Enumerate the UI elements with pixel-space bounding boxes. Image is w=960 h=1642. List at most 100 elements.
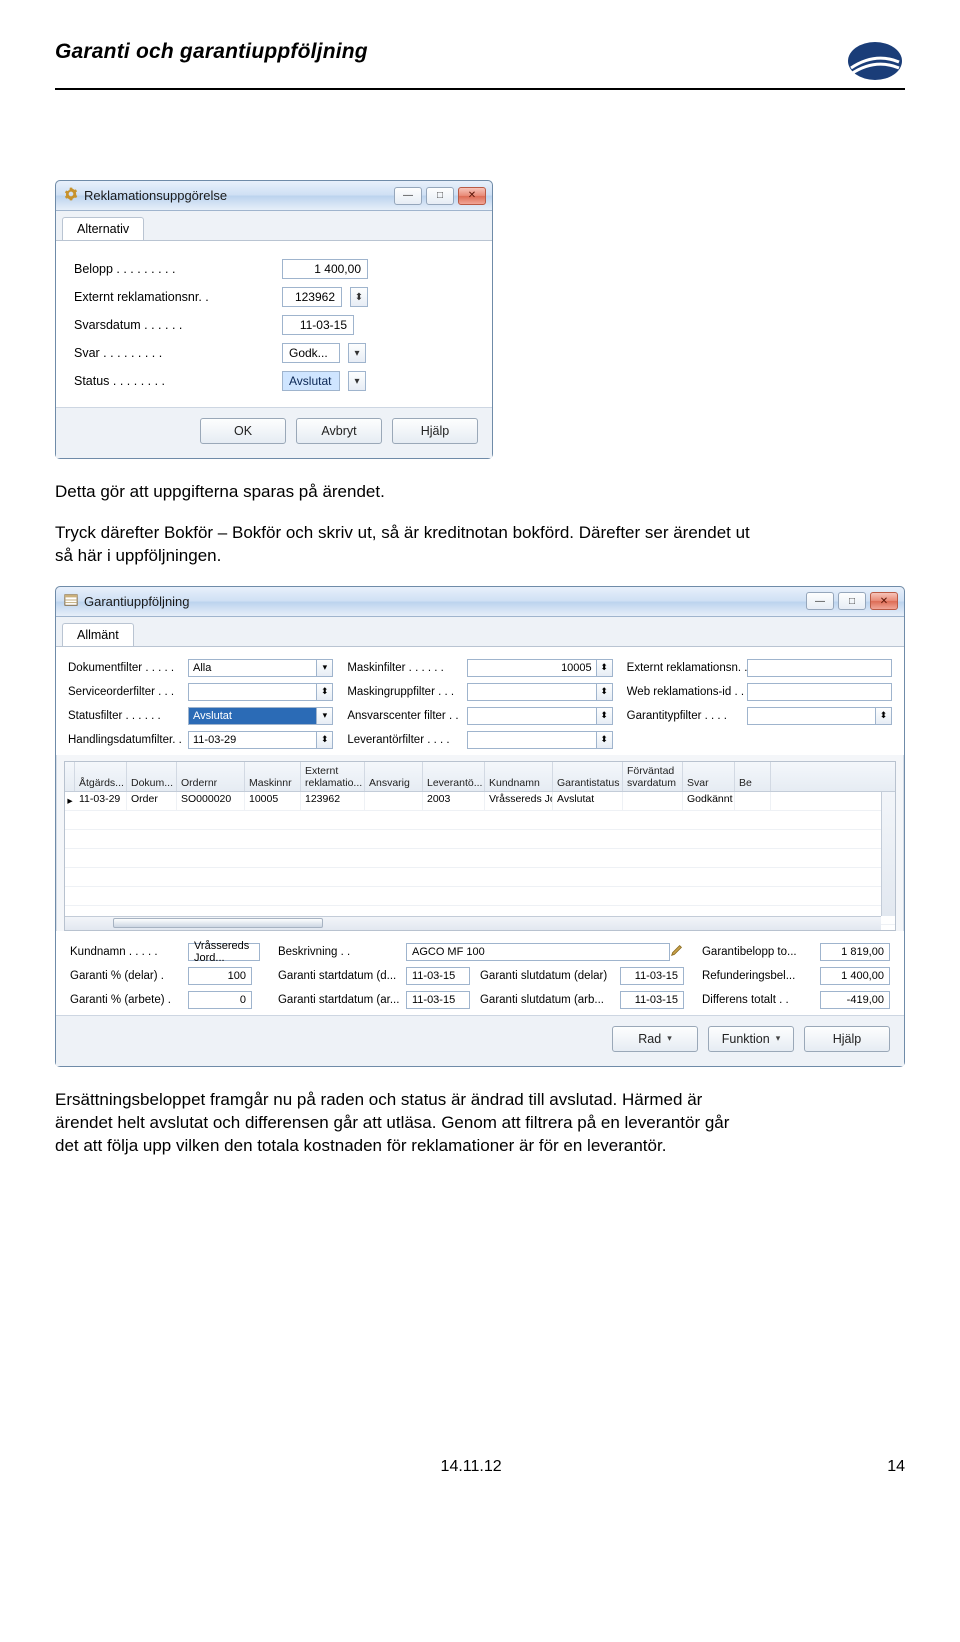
filter-field[interactable] bbox=[188, 683, 317, 701]
detail-field[interactable]: -419,00 bbox=[820, 991, 890, 1009]
minimize-button[interactable]: — bbox=[394, 187, 422, 205]
grid-cell[interactable]: 10005 bbox=[245, 792, 301, 810]
grid-cell[interactable]: SO000020 bbox=[177, 792, 245, 810]
detail-field[interactable]: 11-03-15 bbox=[406, 991, 470, 1009]
minimize-button[interactable]: — bbox=[806, 592, 834, 610]
horizontal-scrollbar[interactable] bbox=[65, 916, 881, 930]
filter-field[interactable]: 11-03-29 bbox=[188, 731, 317, 749]
paragraph: Tryck därefter Bokför – Bokför och skriv… bbox=[55, 522, 755, 568]
column-header[interactable]: Kundnamn bbox=[485, 762, 553, 791]
filter-field[interactable] bbox=[467, 707, 596, 725]
label-svar: Svar . . . . . . . . . bbox=[74, 346, 274, 360]
grid-cell[interactable]: Godkännt bbox=[683, 792, 735, 810]
chevron-down-icon[interactable]: ▾ bbox=[348, 371, 366, 391]
filter-label: Web reklamations-id . . bbox=[627, 686, 747, 698]
filter-field[interactable] bbox=[747, 659, 892, 677]
filter-field[interactable] bbox=[747, 707, 876, 725]
column-header[interactable]: Åtgärds... bbox=[75, 762, 127, 791]
column-header[interactable]: Be bbox=[735, 762, 771, 791]
stepper-icon[interactable]: ⬍ bbox=[317, 683, 333, 701]
maximize-button[interactable]: □ bbox=[426, 187, 454, 205]
field-status[interactable]: Avslutat bbox=[282, 371, 340, 391]
tab-allmant[interactable]: Allmänt bbox=[62, 623, 134, 646]
filter-label: Leverantörfilter . . . . bbox=[347, 734, 467, 746]
grid-cell[interactable] bbox=[735, 792, 771, 810]
help-button[interactable]: Hjälp bbox=[392, 418, 478, 444]
column-header[interactable]: Ansvarig bbox=[365, 762, 423, 791]
detail-label: Kundnamn . . . . . bbox=[70, 946, 188, 958]
stepper-icon[interactable]: ⬍ bbox=[350, 287, 368, 307]
chevron-down-icon[interactable]: ▾ bbox=[317, 659, 333, 677]
detail-field[interactable]: AGCO MF 100 bbox=[406, 943, 670, 961]
column-header[interactable]: Garantistatus bbox=[553, 762, 623, 791]
column-header[interactable]: Ordernr bbox=[177, 762, 245, 791]
label-status: Status . . . . . . . . bbox=[74, 374, 274, 388]
filter-field[interactable]: Alla bbox=[188, 659, 317, 677]
stepper-icon[interactable]: ⬍ bbox=[876, 707, 892, 725]
filter-field[interactable]: 10005 bbox=[467, 659, 596, 677]
grid-cell[interactable]: 123962 bbox=[301, 792, 365, 810]
column-header[interactable]: Dokum... bbox=[127, 762, 177, 791]
stepper-icon[interactable]: ⬍ bbox=[597, 659, 613, 677]
grid-cell[interactable]: 11-03-29 bbox=[75, 792, 127, 810]
field-extnr[interactable]: 123962 bbox=[282, 287, 342, 307]
close-button[interactable]: ✕ bbox=[458, 187, 486, 205]
detail-field[interactable]: 1 400,00 bbox=[820, 967, 890, 985]
filter-field[interactable]: Avslutat bbox=[188, 707, 317, 725]
data-grid[interactable]: Åtgärds...Dokum...OrdernrMaskinnrExternt… bbox=[64, 761, 896, 931]
stepper-icon[interactable]: ⬍ bbox=[317, 731, 333, 749]
titlebar: Reklamationsuppgörelse — □ ✕ bbox=[56, 181, 492, 211]
column-header[interactable]: Leverantö... bbox=[423, 762, 485, 791]
cancel-button[interactable]: Avbryt bbox=[296, 418, 382, 444]
detail-label: Garanti slutdatum (arb... bbox=[480, 994, 620, 1006]
footer-pageno: 14 bbox=[887, 1458, 905, 1476]
grid-cell[interactable]: 2003 bbox=[423, 792, 485, 810]
detail-label: Garanti startdatum (ar... bbox=[278, 994, 406, 1006]
help-button[interactable]: Hjälp bbox=[804, 1026, 890, 1052]
funktion-button[interactable]: Funktion bbox=[708, 1026, 794, 1052]
chevron-down-icon[interactable]: ▾ bbox=[317, 707, 333, 725]
detail-field[interactable]: 1 819,00 bbox=[820, 943, 890, 961]
tab-alternativ[interactable]: Alternativ bbox=[62, 217, 144, 240]
detail-field[interactable]: 0 bbox=[188, 991, 252, 1009]
grid-cell[interactable] bbox=[623, 792, 683, 810]
close-button[interactable]: ✕ bbox=[870, 592, 898, 610]
stepper-icon[interactable]: ⬍ bbox=[597, 731, 613, 749]
paragraph: Ersättningsbeloppet framgår nu på raden … bbox=[55, 1089, 755, 1158]
filter-label: Garantitypfilter . . . . bbox=[627, 710, 747, 722]
field-svardatum[interactable]: 11-03-15 bbox=[282, 315, 354, 335]
pencil-icon[interactable] bbox=[670, 943, 684, 960]
grid-cell[interactable] bbox=[365, 792, 423, 810]
filter-label: Ansvarscenter filter . . bbox=[347, 710, 467, 722]
grid-cell[interactable]: Vråssereds Jordbru... bbox=[485, 792, 553, 810]
grid-cell[interactable]: Avslutat bbox=[553, 792, 623, 810]
vertical-scrollbar[interactable] bbox=[881, 792, 895, 916]
column-header[interactable]: Maskinnr bbox=[245, 762, 301, 791]
detail-field[interactable]: 11-03-15 bbox=[406, 967, 470, 985]
filter-label: Serviceorderfilter . . . bbox=[68, 686, 188, 698]
stepper-icon[interactable]: ⬍ bbox=[597, 683, 613, 701]
gear-icon bbox=[64, 187, 78, 204]
chevron-down-icon[interactable]: ▾ bbox=[348, 343, 366, 363]
column-header[interactable]: Externt reklamatio... bbox=[301, 762, 365, 791]
detail-field[interactable]: 11-03-15 bbox=[620, 991, 684, 1009]
detail-field[interactable]: 11-03-15 bbox=[620, 967, 684, 985]
filter-label: Handlingsdatumfilter. . bbox=[68, 734, 188, 746]
ok-button[interactable]: OK bbox=[200, 418, 286, 444]
footer-date: 14.11.12 bbox=[441, 1458, 502, 1476]
field-belopp[interactable]: 1 400,00 bbox=[282, 259, 368, 279]
filter-field[interactable] bbox=[467, 683, 596, 701]
column-header[interactable]: Svar bbox=[683, 762, 735, 791]
detail-label: Garanti % (arbete) . bbox=[70, 994, 188, 1006]
field-svar[interactable]: Godk... bbox=[282, 343, 340, 363]
column-header[interactable]: Förväntad svardatum bbox=[623, 762, 683, 791]
detail-field[interactable]: 100 bbox=[188, 967, 252, 985]
filter-field[interactable] bbox=[467, 731, 596, 749]
detail-label: Garanti slutdatum (delar) bbox=[480, 970, 620, 982]
maximize-button[interactable]: □ bbox=[838, 592, 866, 610]
grid-cell[interactable]: Order bbox=[127, 792, 177, 810]
filter-field[interactable] bbox=[747, 683, 892, 701]
detail-field[interactable]: Vråssereds Jord... bbox=[188, 943, 260, 961]
stepper-icon[interactable]: ⬍ bbox=[597, 707, 613, 725]
rad-button[interactable]: Rad bbox=[612, 1026, 698, 1052]
